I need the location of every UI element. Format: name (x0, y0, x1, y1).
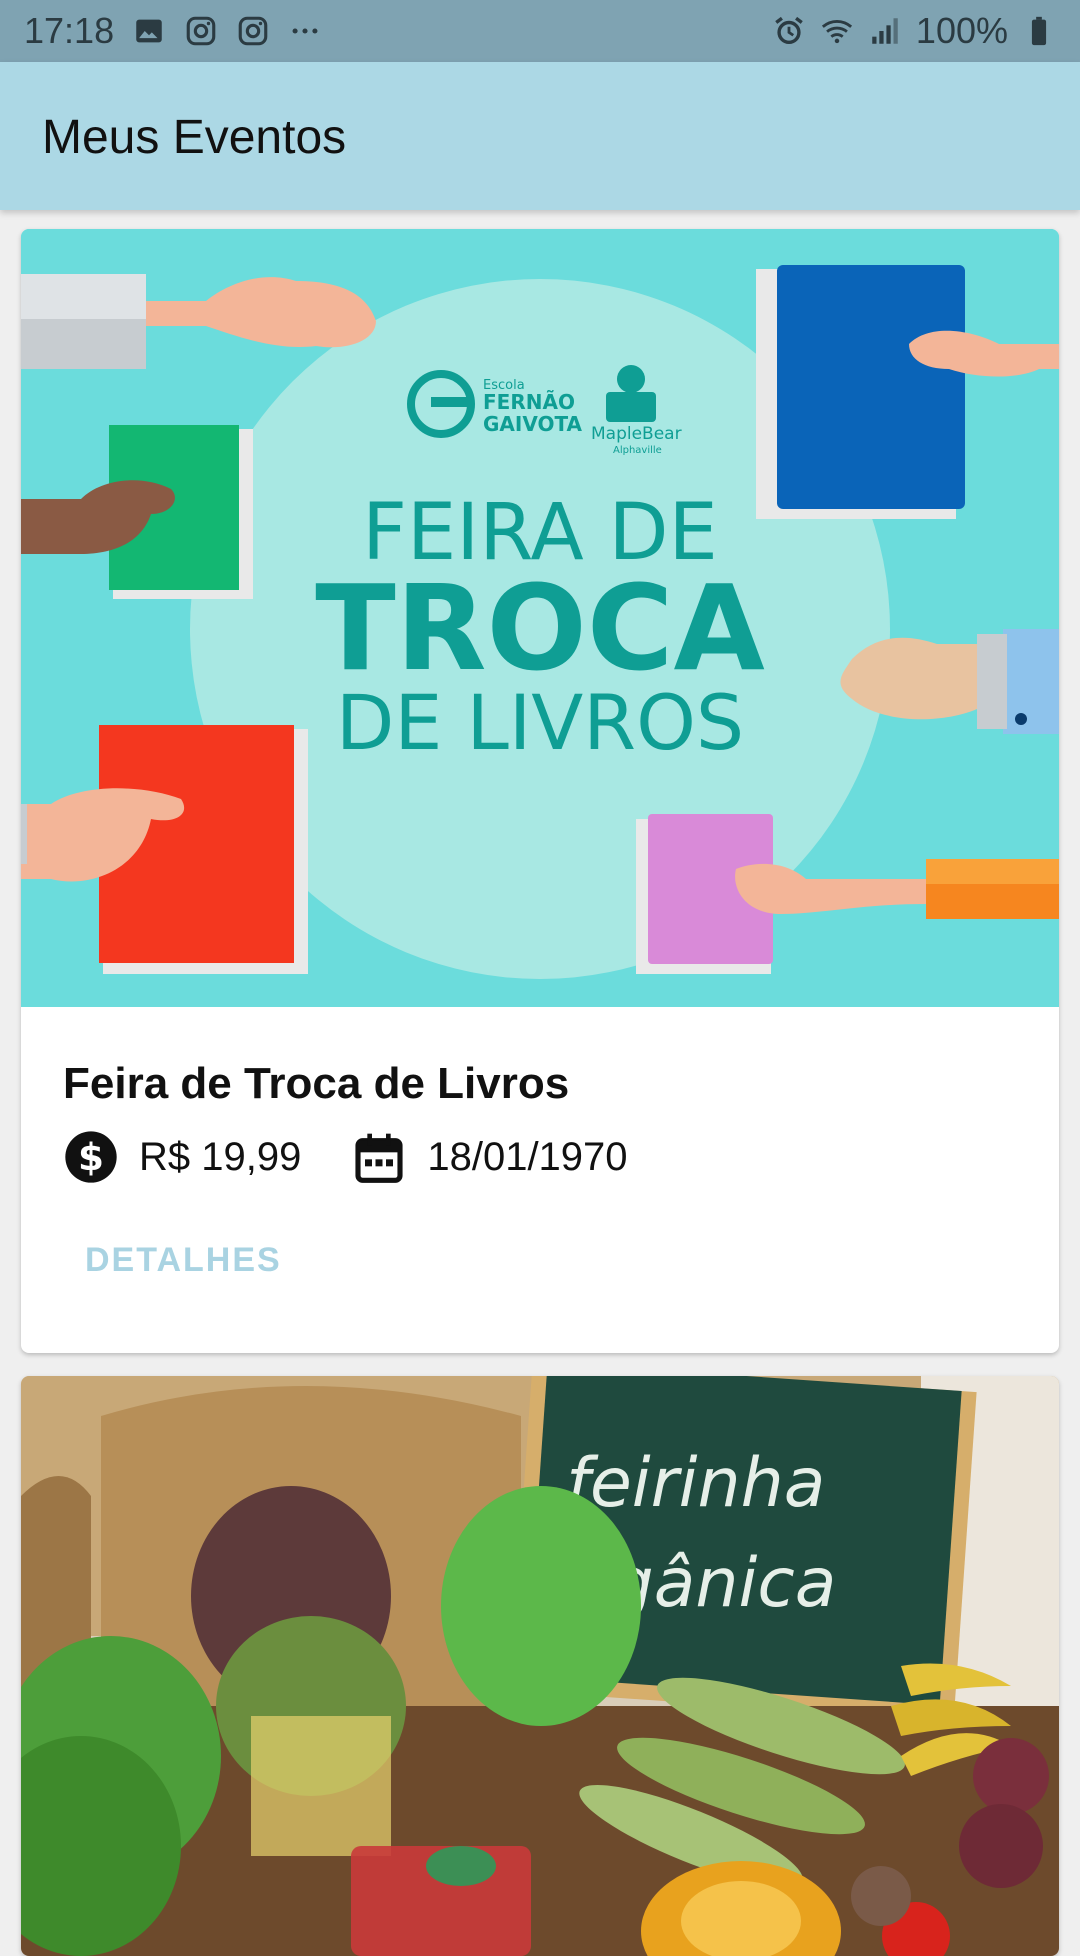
status-time: 17:18 (24, 10, 115, 51)
svg-text:$: $ (78, 1135, 104, 1179)
event-date: 18/01/1970 (427, 1134, 628, 1179)
battery-icon (1031, 16, 1047, 46)
poster-headline-2: TROCA (315, 559, 765, 697)
status-bar: 17:18 100% (0, 0, 1080, 62)
wifi-icon (821, 20, 852, 44)
page-title: Meus Eventos (42, 111, 347, 164)
instagram-icon (238, 16, 268, 46)
battery-percent: 100% (915, 10, 1008, 51)
event-price: R$ 19,99 (139, 1134, 302, 1179)
event-meta: $ R$ 19,99 18/01/1970 (63, 1129, 628, 1185)
event-card[interactable]: Escola FERNÃO GAIVOTA MapleBear Alphavil… (21, 229, 1059, 1353)
more-icon (292, 28, 318, 34)
details-button[interactable]: DETALHES (63, 1229, 304, 1292)
alarm-icon (775, 16, 803, 45)
poster-school-name-1: FERNÃO (483, 390, 575, 414)
calendar-icon (355, 1133, 403, 1183)
event-poster-image: feirinha orgânica (21, 1376, 1059, 1956)
instagram-icon (186, 16, 216, 46)
event-title: Feira de Troca de Livros (63, 1059, 570, 1108)
dollar-icon: $ (65, 1131, 117, 1183)
event-poster-image: Escola FERNÃO GAIVOTA MapleBear Alphavil… (21, 229, 1059, 1007)
poster-school-name-2: GAIVOTA (483, 412, 583, 436)
poster-partner-sub: Alphaville (613, 445, 662, 456)
signal-icon (872, 18, 898, 44)
sign-text-1: feirinha (566, 1444, 825, 1523)
poster-partner: MapleBear (591, 424, 682, 444)
poster-headline-3: DE LIVROS (336, 678, 744, 767)
app-bar: Meus Eventos (0, 62, 1080, 210)
event-card[interactable]: feirinha orgânica (21, 1376, 1059, 1956)
image-icon (136, 19, 162, 43)
